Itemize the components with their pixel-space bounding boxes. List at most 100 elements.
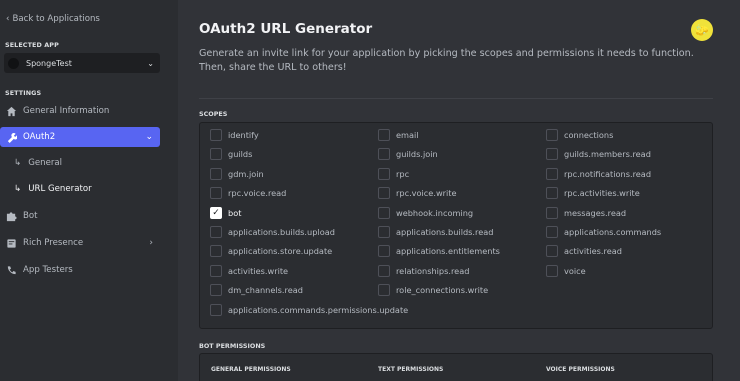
checkbox[interactable] (546, 129, 558, 141)
scopes-heading: SCOPES (199, 110, 228, 118)
scope-label: role_connections.write (396, 285, 489, 296)
checkbox[interactable] (210, 303, 222, 316)
scope-connections[interactable]: connections (546, 129, 613, 141)
page-title: OAuth2 URL Generator (199, 21, 373, 37)
scope-email[interactable]: email (378, 129, 419, 141)
scope-rpc-activities-write[interactable]: rpc.activities.write (546, 187, 640, 200)
scope-webhook-incoming[interactable]: webhook.incoming (378, 206, 473, 219)
checkbox[interactable] (378, 245, 390, 258)
scope-rpc-voice-write[interactable]: rpc.voice.write (378, 187, 457, 200)
checkbox[interactable] (210, 167, 222, 180)
checkbox[interactable] (210, 187, 222, 200)
scope-label: rpc.voice.read (228, 188, 287, 199)
checkbox[interactable] (378, 206, 390, 219)
scope-activities-read[interactable]: activities.read (546, 245, 622, 258)
checkbox[interactable] (210, 129, 222, 141)
back-to-applications-link[interactable]: ‹ Back to Applications (6, 14, 100, 24)
checkbox[interactable] (546, 187, 558, 200)
bot-permissions-panel: GENERAL PERMISSIONS TEXT PERMISSIONS VOI… (199, 353, 713, 381)
scope-applications-entitlements[interactable]: applications.entitlements (378, 245, 500, 258)
scope-label: relationships.read (396, 265, 470, 276)
scope-label: rpc.activities.write (564, 188, 640, 199)
checkbox[interactable] (546, 206, 558, 219)
checkbox[interactable] (210, 245, 222, 258)
chevron-down-icon: ⌄ (147, 58, 154, 68)
scope-activities-write[interactable]: activities.write (210, 264, 289, 277)
scope-label: voice (564, 265, 586, 276)
scope-label: messages.read (564, 207, 627, 218)
scope-gdm-join[interactable]: gdm.join (210, 167, 264, 180)
checkbox[interactable] (378, 167, 390, 180)
scope-applications-commands-permissions-update[interactable]: applications.commands.permissions.update (210, 303, 409, 316)
scope-rpc[interactable]: rpc (378, 167, 409, 180)
checkbox[interactable] (546, 148, 558, 161)
sidebar-item-bot[interactable]: Bot (0, 206, 160, 226)
puzzle-icon (5, 210, 17, 222)
main-content: OAuth2 URL Generator 🧽 Generate an invit… (178, 0, 740, 381)
scope-applications-store-update[interactable]: applications.store.update (210, 245, 333, 258)
scope-rpc-voice-read[interactable]: rpc.voice.read (210, 187, 287, 200)
avatar[interactable]: 🧽 (691, 19, 713, 41)
checkbox[interactable] (546, 264, 558, 277)
checkbox[interactable] (210, 284, 222, 297)
scope-guilds-members-read[interactable]: guilds.members.read (546, 148, 651, 161)
checkbox[interactable] (378, 226, 390, 238)
general-permissions-heading: GENERAL PERMISSIONS (211, 366, 291, 373)
scope-guilds-join[interactable]: guilds.join (378, 148, 438, 161)
scope-label: identify (228, 130, 259, 140)
wrench-icon (5, 131, 17, 143)
sidebar-item-app-testers[interactable]: App Testers (0, 260, 160, 280)
checkbox-checked[interactable]: ✓ (210, 206, 222, 219)
sidebar-subitem-general[interactable]: ↳ General (14, 158, 62, 168)
sidebar-item-oauth2[interactable]: OAuth2 ⌄ (0, 127, 160, 147)
scope-label: bot (228, 207, 242, 218)
checkbox[interactable] (378, 264, 390, 277)
voice-permissions-heading: VOICE PERMISSIONS (546, 366, 615, 373)
scope-relationships-read[interactable]: relationships.read (378, 264, 470, 277)
scope-label: applications.entitlements (396, 246, 500, 257)
scope-label: applications.commands.permissions.update (228, 304, 409, 315)
app-avatar (8, 57, 19, 69)
document-icon (5, 237, 17, 249)
scope-identify[interactable]: identify (210, 129, 259, 141)
subitem-arrow-icon: ↳ (14, 158, 22, 168)
selected-app-heading: SELECTED APP (5, 41, 59, 49)
scope-label: applications.store.update (228, 246, 333, 257)
checkbox[interactable] (378, 187, 390, 200)
scope-applications-builds-upload[interactable]: applications.builds.upload (210, 226, 335, 238)
scope-applications-commands[interactable]: applications.commands (546, 226, 661, 238)
checkbox[interactable] (210, 264, 222, 277)
checkbox[interactable] (378, 129, 390, 141)
chevron-left-icon: ‹ (6, 14, 10, 24)
scope-guilds[interactable]: guilds (210, 148, 252, 161)
checkbox[interactable] (378, 284, 390, 297)
divider (199, 98, 713, 99)
app-selector[interactable]: SpongeTest ⌄ (4, 53, 160, 73)
text-permissions-heading: TEXT PERMISSIONS (378, 366, 444, 373)
scope-label: rpc.voice.write (396, 188, 457, 199)
subitem-arrow-icon: ↳ (14, 184, 22, 194)
scope-applications-builds-read[interactable]: applications.builds.read (378, 226, 493, 238)
scope-voice[interactable]: voice (546, 264, 586, 277)
checkbox[interactable] (210, 226, 222, 238)
checkbox[interactable] (546, 245, 558, 258)
scope-bot[interactable]: ✓ bot (210, 206, 242, 219)
scope-label: activities.write (228, 265, 289, 276)
scope-label: gdm.join (228, 168, 264, 179)
sidebar-subitem-url-generator[interactable]: ↳ URL Generator (14, 184, 92, 194)
scope-role-connections-write[interactable]: role_connections.write (378, 284, 489, 297)
scope-messages-read[interactable]: messages.read (546, 206, 627, 219)
chevron-right-icon: › (149, 238, 153, 248)
scope-label: activities.read (564, 246, 622, 257)
scopes-panel: identify email connections guilds guilds.joi… (199, 122, 713, 329)
sidebar-item-general-information[interactable]: General Information (0, 101, 160, 121)
scope-rpc-notifications-read[interactable]: rpc.notifications.read (546, 167, 651, 180)
scope-label: email (396, 130, 419, 140)
checkbox[interactable] (546, 226, 558, 238)
checkbox[interactable] (378, 148, 390, 161)
sidebar-item-rich-presence[interactable]: Rich Presence › (0, 233, 160, 253)
scope-dm-channels-read[interactable]: dm_channels.read (210, 284, 303, 297)
scope-label: guilds.members.read (564, 149, 651, 160)
checkbox[interactable] (546, 167, 558, 180)
checkbox[interactable] (210, 148, 222, 161)
